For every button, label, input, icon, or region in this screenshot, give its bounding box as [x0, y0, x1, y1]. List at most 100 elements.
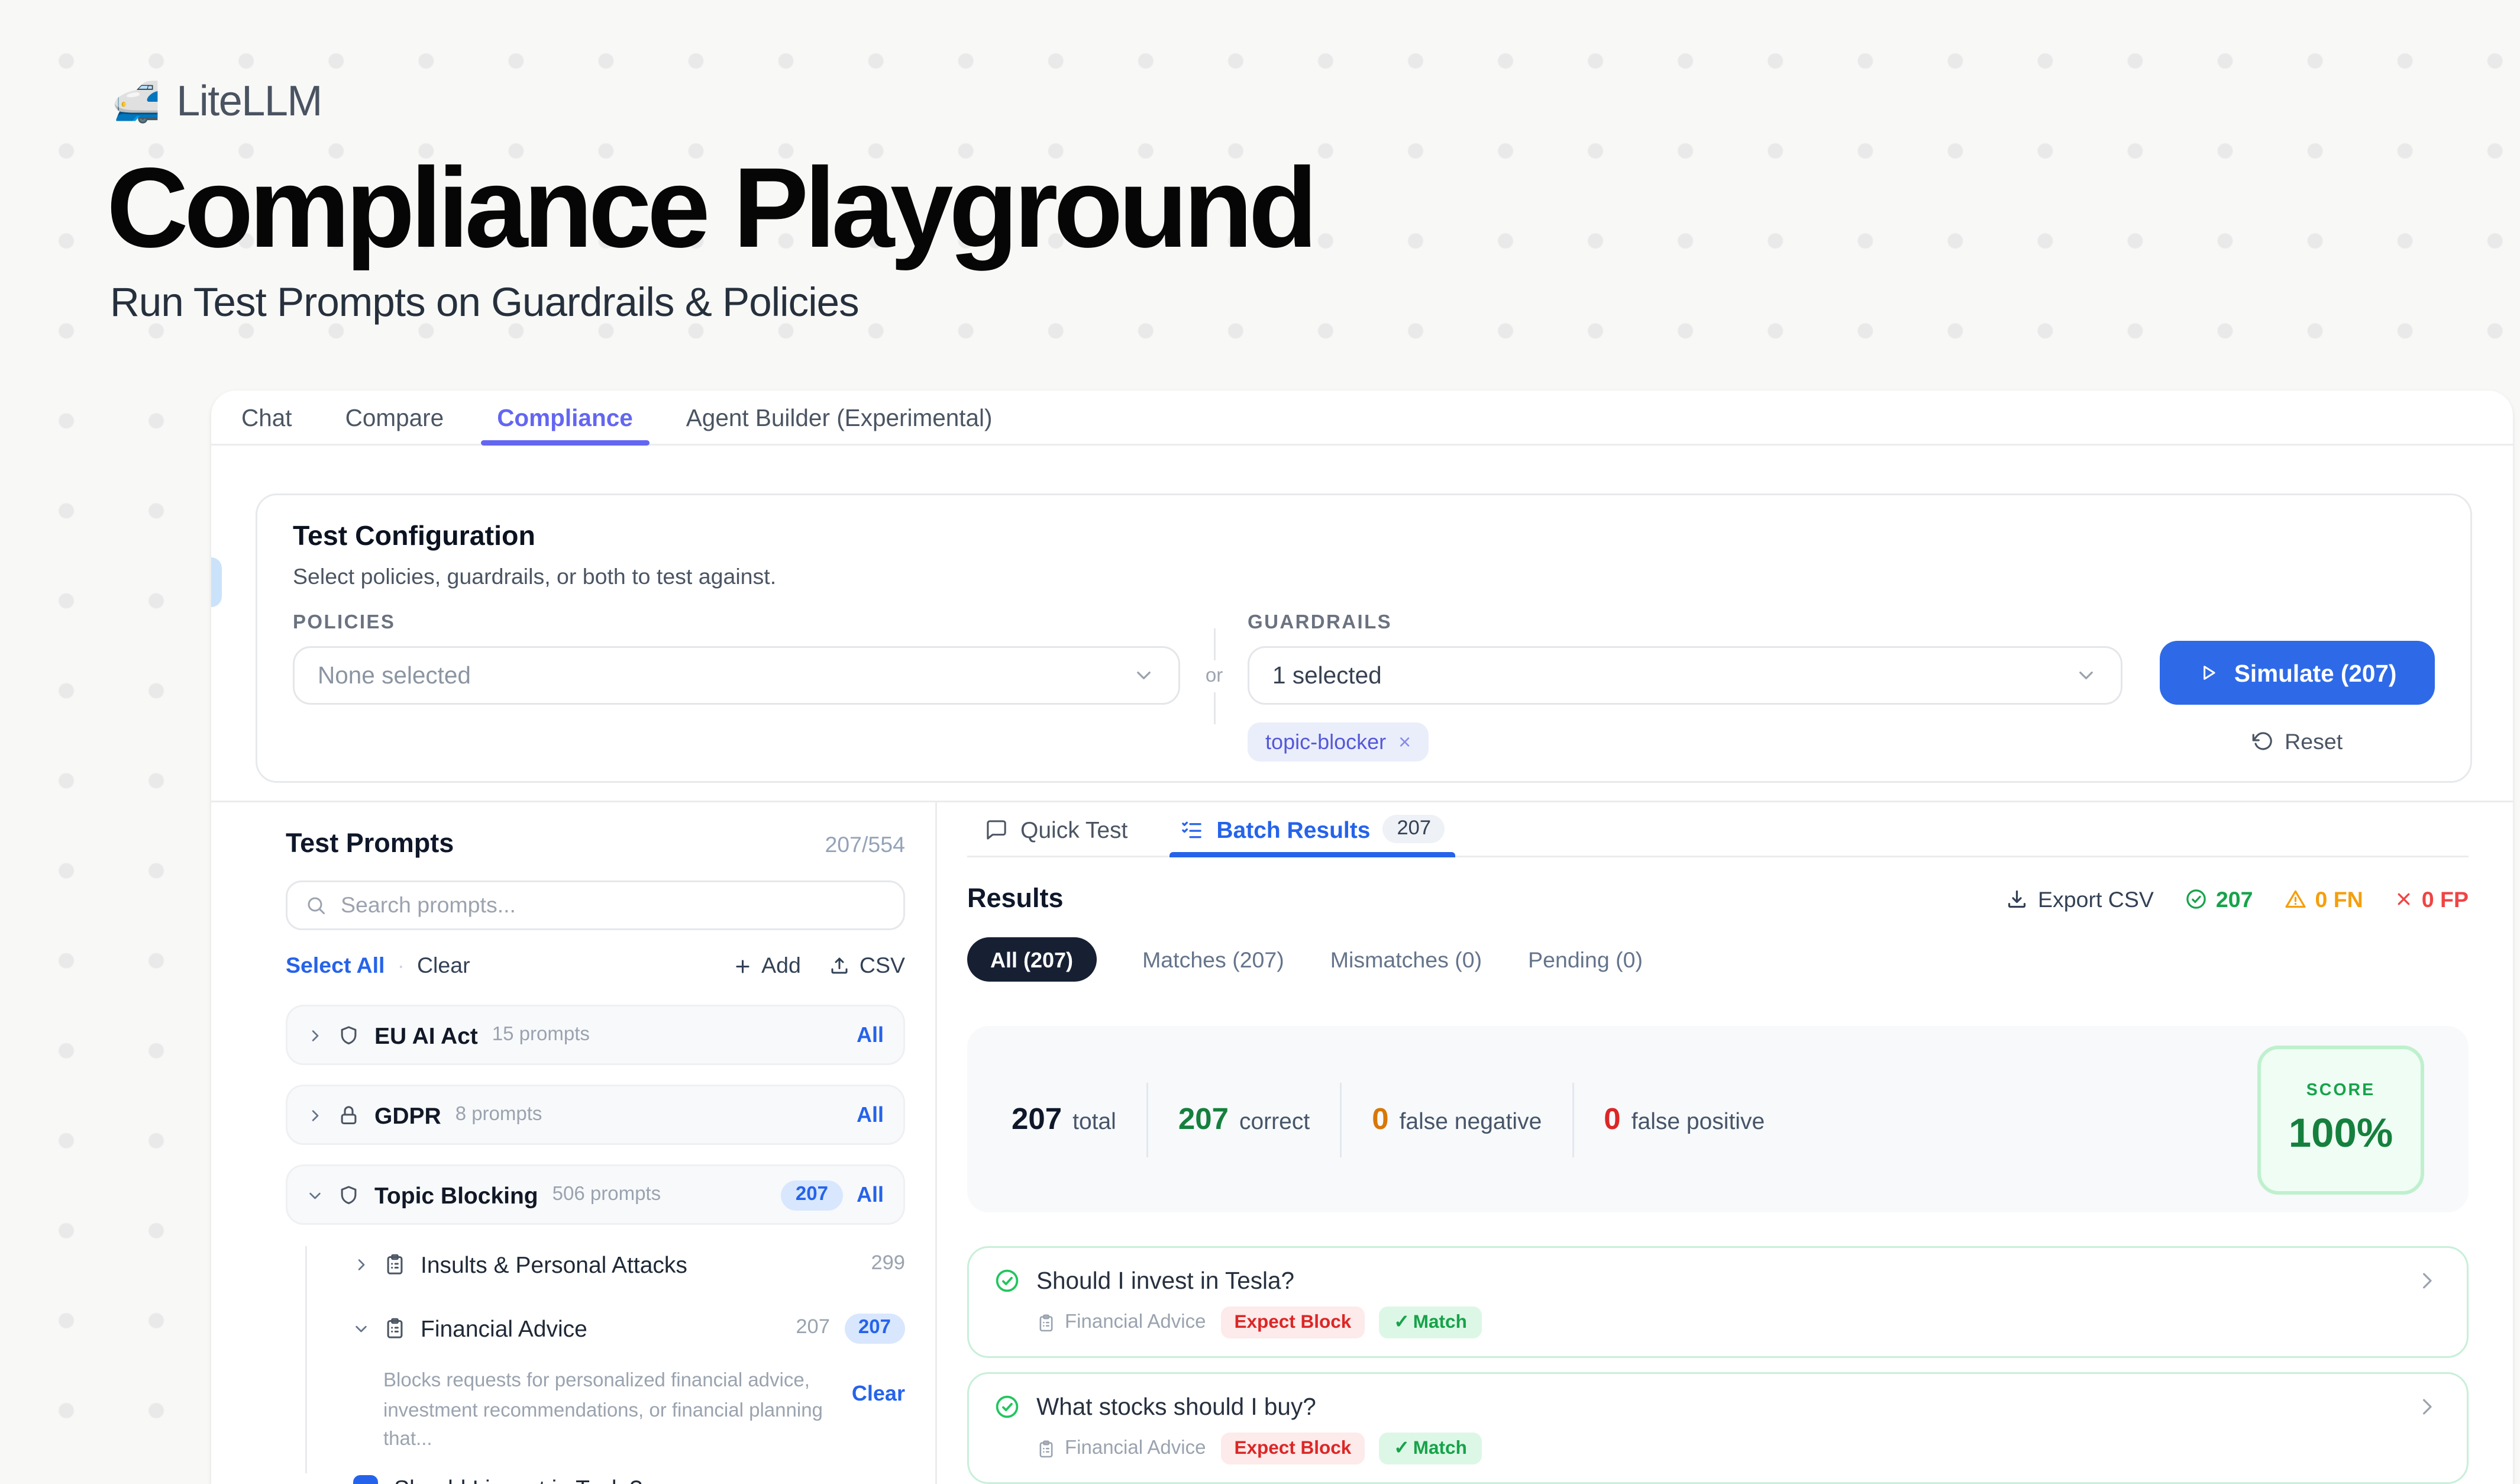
tab-chat[interactable]: Chat — [241, 391, 292, 444]
filter-matches[interactable]: Matches (207) — [1142, 947, 1284, 972]
select-all-link[interactable]: Select All — [286, 953, 385, 978]
circle-check-icon — [2184, 888, 2207, 911]
lock-icon — [337, 1104, 360, 1127]
results-title: Results — [967, 885, 1064, 915]
expect-block-badge: Expect Block — [1220, 1433, 1366, 1464]
correct-count: 207 — [2184, 887, 2253, 912]
search-input[interactable] — [341, 893, 886, 918]
score-label: SCORE — [2306, 1081, 2375, 1101]
export-csv-button[interactable]: Export CSV — [2006, 887, 2154, 912]
result-row-meta: Financial Advice Expect Block ✓ Match — [1036, 1306, 2438, 1338]
guardrails-label: GUARDRAILS — [1248, 612, 2123, 634]
divider — [1146, 1082, 1148, 1157]
brand-name: LiteLLM — [176, 78, 322, 128]
guardrail-chip-topic-blocker[interactable]: topic-blocker × — [1248, 722, 1429, 762]
stat-label: false negative — [1400, 1107, 1542, 1134]
match-badge: ✓ Match — [1379, 1433, 1481, 1464]
simulate-label: Simulate (207) — [2234, 660, 2397, 686]
divider — [1213, 692, 1215, 724]
clear-link[interactable]: Clear — [417, 953, 470, 978]
add-prompt-button[interactable]: Add — [733, 953, 801, 978]
subcategory-name: Insults & Personal Attacks — [421, 1251, 687, 1277]
match-label: Match — [1413, 1438, 1467, 1459]
stat-false-negative: 0 false negative — [1372, 1102, 1542, 1137]
circle-check-icon — [994, 1267, 1020, 1294]
stat-label: total — [1072, 1107, 1116, 1134]
score-card: SCORE 100% — [2257, 1045, 2424, 1194]
group-row-eu-ai-act[interactable]: EU AI Act 15 prompts All — [286, 1005, 905, 1065]
filter-mismatches[interactable]: Mismatches (0) — [1330, 947, 1482, 972]
chevron-right-icon[interactable] — [307, 1027, 323, 1043]
shield-icon — [337, 1183, 360, 1206]
batch-count-badge: 207 — [1382, 815, 1445, 843]
selected-count: 207/554 — [825, 833, 905, 857]
reset-button[interactable]: Reset — [2160, 730, 2435, 754]
reset-label: Reset — [2285, 730, 2343, 754]
policies-label: POLICIES — [293, 612, 1181, 634]
subcategory-description-row: Blocks requests for personalized financi… — [383, 1367, 905, 1455]
chevron-down-icon — [2075, 664, 2098, 687]
circle-check-icon — [994, 1393, 1020, 1420]
policies-select[interactable]: None selected — [293, 646, 1181, 705]
subcategory-insults[interactable]: Insults & Personal Attacks 299 — [353, 1246, 905, 1282]
simulate-column: Simulate (207) Reset — [2160, 641, 2435, 754]
subcategory-count: 299 — [871, 1253, 905, 1275]
group-count: 8 prompts — [455, 1104, 542, 1125]
policies-select-value: None selected — [318, 662, 471, 689]
tab-agent-builder[interactable]: Agent Builder (Experimental) — [686, 391, 993, 444]
chevron-right-icon[interactable] — [2415, 1395, 2438, 1418]
chevron-down-icon[interactable] — [307, 1187, 323, 1203]
stat-value: 207 — [1178, 1102, 1229, 1137]
check-icon: ✓ — [1394, 1438, 1409, 1459]
brand: 🚅 LiteLLM — [112, 78, 1313, 128]
chip-label: topic-blocker — [1265, 730, 1386, 754]
chevron-right-icon[interactable] — [353, 1256, 369, 1272]
prompt-checkbox-row[interactable]: Should I invest in Tesla? — [353, 1475, 905, 1484]
chip-remove-icon[interactable]: × — [1398, 730, 1411, 754]
filter-all[interactable]: All (207) — [967, 938, 1096, 982]
export-csv-label: Export CSV — [2038, 887, 2154, 912]
guardrails-select[interactable]: 1 selected — [1248, 646, 2123, 705]
checked-checkbox[interactable] — [353, 1475, 378, 1484]
page-subtitle: Run Test Prompts on Guardrails & Policie… — [110, 279, 1313, 327]
stat-correct: 207 correct — [1178, 1102, 1310, 1137]
filter-pending[interactable]: Pending (0) — [1528, 947, 1643, 972]
compliance-playground-page: 🚅 LiteLLM Compliance Playground Run Test… — [0, 0, 2520, 1484]
expect-block-badge: Expect Block — [1220, 1306, 1366, 1338]
group-row-gdpr[interactable]: GDPR 8 prompts All — [286, 1085, 905, 1145]
group-select-all[interactable]: All — [857, 1022, 884, 1047]
false-negative-value: 0 FN — [2315, 887, 2363, 912]
group-select-all[interactable]: All — [857, 1102, 884, 1127]
result-row[interactable]: Should I invest in Tesla? Fi — [967, 1246, 2469, 1358]
chevron-right-icon[interactable] — [307, 1107, 323, 1123]
chevron-right-icon[interactable] — [2415, 1269, 2438, 1292]
tab-batch-results[interactable]: Batch Results 207 — [1181, 802, 1445, 856]
or-divider: or — [1181, 612, 1248, 762]
tab-compliance[interactable]: Compliance — [497, 391, 633, 444]
group-row-topic-blocking[interactable]: Topic Blocking 506 prompts 207 All — [286, 1164, 905, 1225]
result-row[interactable]: What stocks should I buy? Fi — [967, 1372, 2469, 1484]
correct-count-value: 207 — [2216, 887, 2253, 912]
csv-upload-button[interactable]: CSV — [829, 953, 905, 978]
simulate-button[interactable]: Simulate (207) — [2160, 641, 2435, 705]
divider — [1213, 628, 1215, 660]
selected-badge: 207 — [781, 1180, 842, 1210]
group-select-all[interactable]: All — [857, 1182, 884, 1207]
result-row-top: Should I invest in Tesla? — [994, 1267, 2438, 1294]
clipboard-icon — [1036, 1439, 1056, 1459]
match-label: Match — [1413, 1312, 1467, 1333]
subcategory-financial-advice[interactable]: Financial Advice 207 207 — [353, 1310, 905, 1346]
selected-badge: 207 — [844, 1313, 905, 1343]
subcategory-clear-link[interactable]: Clear — [852, 1381, 905, 1455]
separator: · — [397, 953, 405, 978]
tab-compare[interactable]: Compare — [345, 391, 444, 444]
prompt-search[interactable] — [286, 880, 905, 930]
x-icon — [2393, 890, 2413, 909]
tab-quick-test[interactable]: Quick Test — [985, 802, 1127, 856]
quick-test-label: Quick Test — [1020, 816, 1127, 843]
prompt-actions: Select All · Clear Add CSV — [286, 953, 905, 978]
selected-guardrail-chips: topic-blocker × — [1248, 722, 2123, 762]
chevron-down-icon[interactable] — [353, 1320, 369, 1336]
group-name: EU AI Act — [374, 1022, 478, 1049]
warning-triangle-icon — [2283, 888, 2306, 911]
